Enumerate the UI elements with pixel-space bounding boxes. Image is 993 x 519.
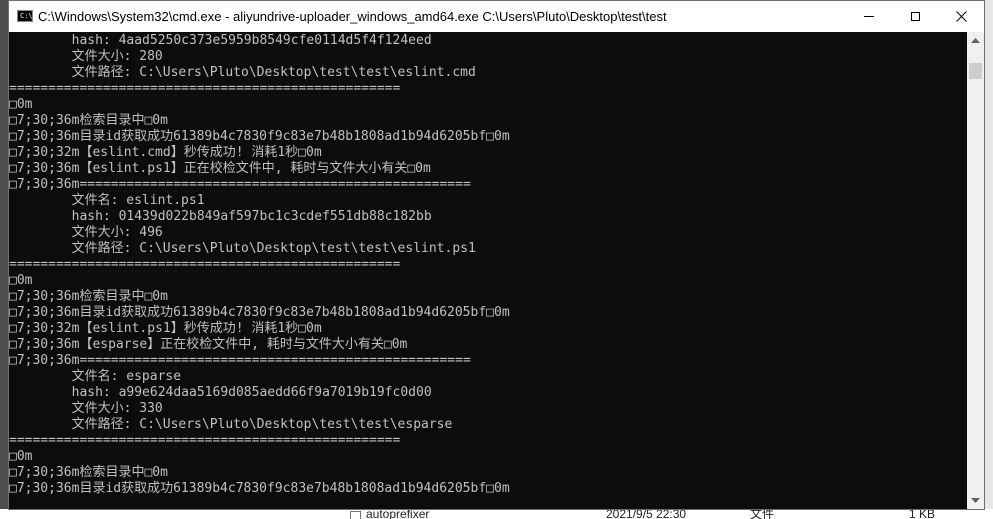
console-line: ========================================…	[9, 433, 401, 448]
console-line: □7;30;32m【eslint.ps1】秒传成功! 消耗1秒□0m	[9, 321, 322, 336]
console-line: 文件大小: 496	[9, 225, 163, 240]
maximize-icon	[910, 12, 920, 21]
console-line: 文件大小: 330	[9, 401, 163, 416]
file-date: 2021/9/5 22:30	[606, 509, 687, 519]
console-line: □0m	[9, 97, 33, 112]
console-line: □7;30;36m===============================…	[9, 177, 471, 192]
console-line: □7;30;36m检索目录中□0m	[9, 113, 168, 128]
close-button[interactable]	[938, 1, 984, 32]
console-line: 文件路径: C:\Users\Pluto\Desktop\test\test\e…	[9, 241, 476, 256]
console-line: 文件路径: C:\Users\Pluto\Desktop\test\test\e…	[9, 417, 453, 432]
scroll-down-button[interactable]	[967, 492, 984, 509]
console-line: □0m	[9, 273, 33, 288]
chevron-down-icon	[971, 498, 980, 503]
console-line: □7;30;36m检索目录中□0m	[9, 465, 168, 480]
console-line: □7;30;36m目录id获取成功61389b4c7830f9c83e7b48b…	[9, 305, 510, 320]
console-line: 文件名: esparse	[9, 369, 182, 384]
file-size: 1 KB	[909, 509, 936, 519]
console-line: hash: 01439d022b849af597bc1c3cdef551db88…	[9, 209, 432, 224]
console-line: □7;30;36m===============================…	[9, 353, 471, 368]
console-line: □7;30;36m【esparse】正在校检文件中, 耗时与文件大小有关□0m	[9, 337, 408, 352]
cmd-window: C:\ C:\Windows\System32\cmd.exe - aliyun…	[8, 0, 985, 510]
console-line: 文件路径: C:\Users\Pluto\Desktop\test\test\e…	[9, 65, 476, 80]
row-checkbox[interactable]	[350, 511, 361, 519]
console-line: □7;30;32m【eslint.cmd】秒传成功! 消耗1秒□0m	[9, 145, 322, 160]
console-line: □7;30;36m目录id获取成功61389b4c7830f9c83e7b48b…	[9, 481, 510, 496]
background-window-edge-right	[985, 0, 993, 519]
window-title: C:\Windows\System32\cmd.exe - aliyundriv…	[38, 9, 667, 24]
console-line: □7;30;36m目录id获取成功61389b4c7830f9c83e7b48b…	[9, 129, 510, 144]
file-name[interactable]: autoprefixer	[366, 509, 429, 519]
file-type: 文件	[750, 509, 775, 519]
console-output[interactable]: hash: 4aad5250c373e5959b8549cfe0114d5f4f…	[9, 32, 967, 509]
vertical-scrollbar[interactable]	[967, 32, 984, 509]
console-line: 文件名: eslint.ps1	[9, 193, 205, 208]
console-line: □7;30;36m检索目录中□0m	[9, 289, 168, 304]
console-line: hash: 4aad5250c373e5959b8549cfe0114d5f4f…	[9, 33, 432, 48]
chevron-up-icon	[971, 38, 980, 43]
minimize-icon	[864, 16, 874, 17]
title-bar[interactable]: C:\ C:\Windows\System32\cmd.exe - aliyun…	[9, 1, 984, 32]
console-line: □7;30;36m【eslint.ps1】正在校检文件中, 耗时与文件大小有关□…	[9, 161, 431, 176]
cmd-icon[interactable]: C:\	[17, 10, 33, 22]
maximize-button[interactable]	[892, 1, 938, 32]
console-line: ========================================…	[9, 257, 401, 272]
background-explorer-row: autoprefixer 2021/9/5 22:30 文件 1 KB	[0, 509, 993, 519]
console-line: hash: a99e624daa5169d085aedd66f9a7019b19…	[9, 385, 432, 400]
background-window-edge	[0, 0, 8, 519]
scroll-thumb[interactable]	[969, 63, 982, 79]
console-line: ========================================…	[9, 81, 401, 96]
minimize-button[interactable]	[846, 1, 892, 32]
console-line: □0m	[9, 449, 33, 464]
close-icon	[955, 11, 967, 22]
console-line: 文件大小: 280	[9, 49, 163, 64]
scroll-up-button[interactable]	[967, 32, 984, 49]
